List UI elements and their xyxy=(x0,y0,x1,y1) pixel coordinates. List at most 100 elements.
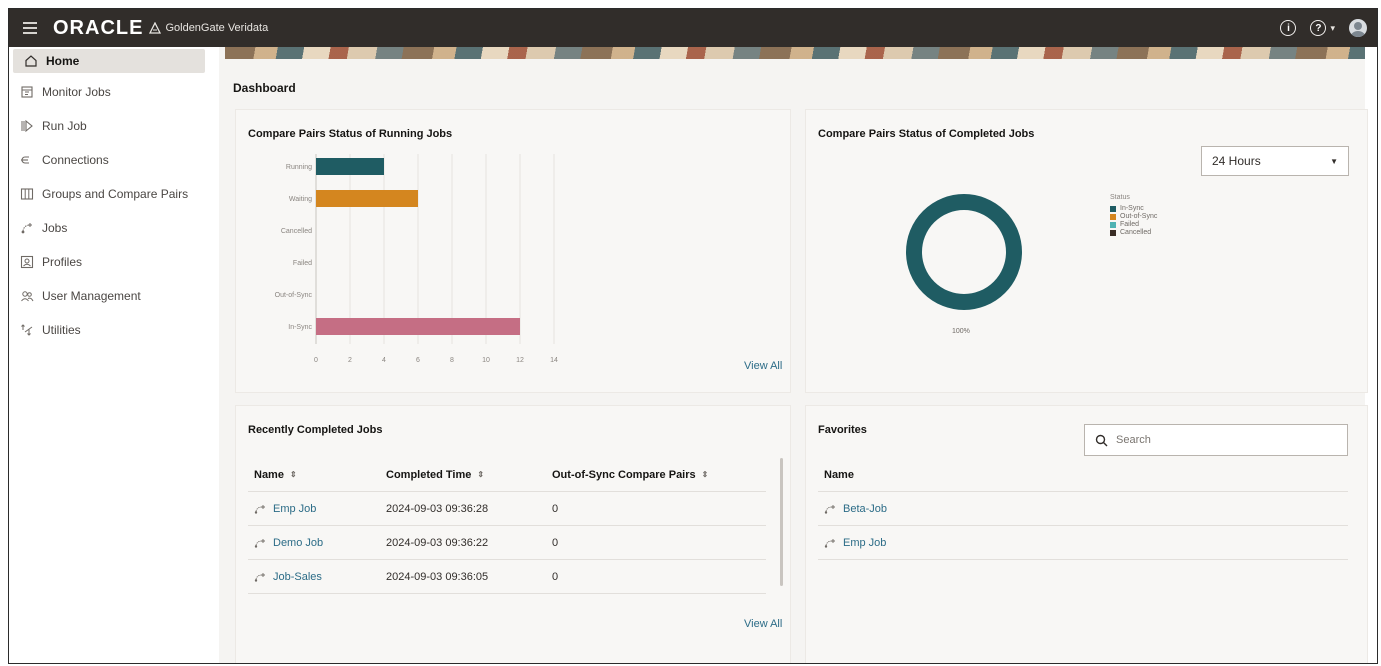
sidebar-item-label: Run Job xyxy=(42,119,87,133)
x-tick-label: 4 xyxy=(382,357,386,364)
search-placeholder: Search xyxy=(1116,434,1151,446)
bar-waiting[interactable] xyxy=(316,190,418,207)
table-row[interactable]: Demo Job 2024-09-03 09:36:22 0 xyxy=(248,526,766,560)
job-icon xyxy=(824,538,835,548)
sidebar-item-label: User Management xyxy=(42,289,141,303)
out-of-sync-count: 0 xyxy=(552,502,559,515)
legend-item-failed[interactable]: Failed xyxy=(1110,221,1157,228)
completed-jobs-card: Compare Pairs Status of Completed Jobs 2… xyxy=(805,109,1368,393)
connections-icon xyxy=(19,152,35,168)
top-bar: ORACLE GoldenGate Veridata i ? ▾ xyxy=(9,9,1377,47)
list-item[interactable]: Beta-Job xyxy=(818,492,1348,526)
sidebar-item-utilities[interactable]: Utilities xyxy=(9,313,209,347)
hamburger-menu-icon[interactable] xyxy=(23,22,37,34)
legend-label: Failed xyxy=(1120,221,1140,228)
legend-item-in-sync[interactable]: In-Sync xyxy=(1110,205,1157,212)
search-input[interactable]: Search xyxy=(1084,424,1348,456)
oracle-logo: ORACLE xyxy=(53,16,144,39)
page-title: Dashboard xyxy=(233,81,296,95)
donut-slice-in-sync[interactable] xyxy=(906,194,1022,310)
chevron-down-icon: ▼ xyxy=(1330,156,1338,166)
users-icon xyxy=(19,288,35,304)
list-item[interactable]: Emp Job xyxy=(818,526,1348,560)
table-scrollbar[interactable] xyxy=(780,458,783,586)
info-icon[interactable]: i xyxy=(1280,20,1297,36)
legend-item-cancelled[interactable]: Cancelled xyxy=(1110,229,1157,236)
x-tick-label: 14 xyxy=(550,357,558,364)
main-content: Dashboard Compare Pairs Status of Runnin… xyxy=(219,47,1368,663)
help-icon[interactable]: ? xyxy=(1310,20,1327,36)
x-tick-label: 12 xyxy=(516,357,524,364)
app-window: ORACLE GoldenGate Veridata i ? ▾ Home Mo… xyxy=(8,8,1378,664)
sidebar-item-label: Utilities xyxy=(42,323,81,337)
category-label: Running xyxy=(286,164,312,171)
table-row[interactable]: Job-Sales 2024-09-03 09:36:05 0 xyxy=(248,560,766,594)
sidebar-item-run-job[interactable]: Run Job xyxy=(9,109,209,143)
sort-icon[interactable]: ⇕ xyxy=(477,470,484,479)
completed-time: 2024-09-03 09:36:05 xyxy=(386,570,489,583)
sidebar-item-label: Groups and Compare Pairs xyxy=(42,187,189,201)
sidebar-item-profiles[interactable]: Profiles xyxy=(9,245,209,279)
sidebar-item-jobs[interactable]: Jobs xyxy=(9,211,209,245)
category-label: Cancelled xyxy=(281,228,312,235)
column-header-name[interactable]: Name ⇕ xyxy=(248,469,386,481)
completed-time: 2024-09-03 09:36:28 xyxy=(386,502,489,515)
job-icon xyxy=(254,572,265,582)
view-all-link[interactable]: View All xyxy=(744,618,782,630)
out-of-sync-count: 0 xyxy=(552,570,559,583)
running-jobs-card: Compare Pairs Status of Running Jobs 024… xyxy=(235,109,791,393)
column-label: Completed Time xyxy=(386,468,472,481)
column-header-out-of-sync[interactable]: Out-of-Sync Compare Pairs ⇕ xyxy=(552,469,766,481)
favorite-job-link[interactable]: Emp Job xyxy=(843,537,886,549)
bar-in-sync[interactable] xyxy=(316,318,520,335)
running-jobs-bar-chart: 0 2 4 6 8 10 12 14 Running Waiting Cancelled Failed… xyxy=(275,154,558,364)
sidebar: Home Monitor Jobs Run Job Connections Gr… xyxy=(9,47,209,663)
sidebar-item-monitor-jobs[interactable]: Monitor Jobs xyxy=(9,75,209,109)
time-range-value: 24 Hours xyxy=(1212,154,1261,168)
x-tick-label: 0 xyxy=(314,357,318,364)
search-icon xyxy=(1095,434,1108,446)
goldengate-icon xyxy=(149,22,162,34)
decorative-banner xyxy=(225,47,1365,59)
column-label: Name xyxy=(254,468,284,481)
sort-icon[interactable]: ⇕ xyxy=(702,470,709,479)
recent-jobs-card: Recently Completed Jobs Name ⇕ Completed … xyxy=(235,405,791,663)
monitor-icon xyxy=(19,84,35,100)
sidebar-item-user-management[interactable]: User Management xyxy=(9,279,209,313)
column-header-completed-time[interactable]: Completed Time ⇕ xyxy=(386,469,552,481)
legend-label: Cancelled xyxy=(1120,229,1152,236)
view-all-link[interactable]: View All xyxy=(744,360,782,372)
sidebar-item-home[interactable]: Home xyxy=(13,49,205,73)
legend-item-out-of-sync[interactable]: Out-of-Sync xyxy=(1110,213,1157,220)
column-header-name: Name xyxy=(818,458,1348,492)
table-header: Name ⇕ Completed Time ⇕ Out-of-Sync Compar… xyxy=(248,458,766,492)
job-link[interactable]: Job-Sales xyxy=(273,571,322,583)
profile-icon xyxy=(19,254,35,270)
favorite-job-link[interactable]: Beta-Job xyxy=(843,503,887,515)
bar-running[interactable] xyxy=(316,158,384,175)
home-icon xyxy=(23,53,39,69)
help-caret-icon[interactable]: ▾ xyxy=(1330,23,1335,34)
utilities-icon xyxy=(19,322,35,338)
sidebar-item-label: Monitor Jobs xyxy=(42,85,111,99)
card-title: Favorites xyxy=(818,424,867,436)
category-label: Waiting xyxy=(289,196,312,203)
x-tick-label: 6 xyxy=(416,357,420,364)
user-avatar[interactable] xyxy=(1349,19,1367,37)
legend-title: Status xyxy=(1110,194,1130,201)
chart-legend: Status In-Sync Out-of-Sync Failed Cancel… xyxy=(1110,194,1157,237)
table-row[interactable]: Emp Job 2024-09-03 09:36:28 0 xyxy=(248,492,766,526)
jobs-icon xyxy=(19,220,35,236)
favorites-table: Name Beta-Job Emp Job xyxy=(818,458,1348,560)
recent-jobs-table: Name ⇕ Completed Time ⇕ Out-of-Sync Compar… xyxy=(248,458,766,594)
time-range-select[interactable]: 24 Hours ▼ xyxy=(1201,146,1349,176)
donut-percent-label: 100% xyxy=(952,328,970,335)
run-icon xyxy=(19,118,35,134)
sidebar-item-connections[interactable]: Connections xyxy=(9,143,209,177)
sort-icon[interactable]: ⇕ xyxy=(290,470,297,479)
legend-label: In-Sync xyxy=(1120,205,1144,212)
job-link[interactable]: Demo Job xyxy=(273,537,323,549)
sidebar-item-groups-and-compare-pairs[interactable]: Groups and Compare Pairs xyxy=(9,177,209,211)
x-tick-label: 10 xyxy=(482,357,490,364)
job-link[interactable]: Emp Job xyxy=(273,503,316,515)
